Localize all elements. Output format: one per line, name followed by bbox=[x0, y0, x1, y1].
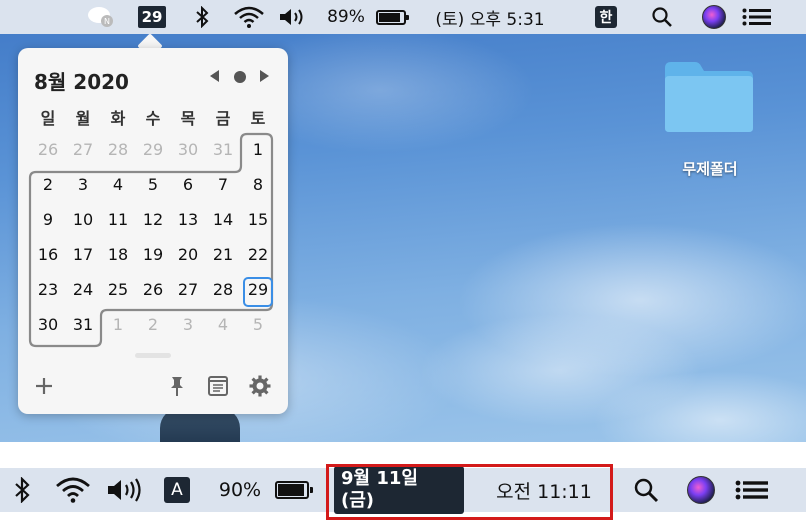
siri-icon[interactable] bbox=[700, 0, 728, 34]
calendar-day[interactable]: 31 bbox=[208, 139, 238, 161]
menubar-clock[interactable]: (토) 오후 5:31 bbox=[410, 0, 570, 34]
calendar-day[interactable]: 28 bbox=[103, 139, 133, 161]
calendar-day[interactable]: 4 bbox=[103, 174, 133, 196]
calendar-day[interactable]: 21 bbox=[208, 244, 238, 266]
calendar-day[interactable]: 16 bbox=[33, 244, 63, 266]
volume-icon[interactable] bbox=[276, 0, 310, 34]
calendar-day[interactable]: 26 bbox=[33, 139, 63, 161]
calendar-day[interactable]: 10 bbox=[68, 209, 98, 231]
volume-icon[interactable] bbox=[104, 468, 146, 512]
notes-icon[interactable] bbox=[206, 374, 230, 398]
calendar-day[interactable]: 24 bbox=[68, 279, 98, 301]
spotlight-search-icon[interactable] bbox=[648, 0, 676, 34]
calendar-day[interactable]: 3 bbox=[173, 314, 203, 336]
spotlight-search-icon[interactable] bbox=[630, 468, 662, 512]
messages-icon[interactable]: N bbox=[86, 0, 116, 34]
resize-handle[interactable] bbox=[135, 353, 171, 358]
calendar-day[interactable]: 27 bbox=[173, 279, 203, 301]
battery-percent[interactable]: 89% bbox=[324, 0, 368, 34]
add-event-icon[interactable] bbox=[32, 374, 56, 398]
input-method-label: 한 bbox=[595, 6, 617, 28]
calendar-day[interactable]: 28 bbox=[208, 279, 238, 301]
calendar-day[interactable]: 2 bbox=[33, 174, 63, 196]
calendar-day[interactable]: 15 bbox=[243, 209, 273, 231]
calendar-day[interactable]: 23 bbox=[33, 279, 63, 301]
bluetooth-icon[interactable] bbox=[188, 0, 216, 34]
calendar-day[interactable]: 22 bbox=[243, 244, 273, 266]
calendar-popup: 8월 2020 일 월 화 수 목 금 토 26 27 28 29 30 31 … bbox=[18, 48, 288, 414]
notification-center-icon[interactable] bbox=[732, 468, 772, 512]
calendar-day[interactable]: 19 bbox=[138, 244, 168, 266]
calendar-day[interactable]: 2 bbox=[138, 314, 168, 336]
calendar-day[interactable]: 30 bbox=[173, 139, 203, 161]
calendar-day[interactable]: 25 bbox=[103, 279, 133, 301]
battery-percent[interactable]: 90% bbox=[214, 468, 266, 512]
calendar-day[interactable]: 17 bbox=[68, 244, 98, 266]
calendar-day[interactable]: 20 bbox=[173, 244, 203, 266]
calendar-day[interactable]: 27 bbox=[68, 139, 98, 161]
calendar-day[interactable]: 3 bbox=[68, 174, 98, 196]
calendar-date-badge[interactable]: 29 bbox=[134, 0, 170, 34]
calendar-day[interactable]: 29 bbox=[138, 139, 168, 161]
calendar-day[interactable]: 14 bbox=[208, 209, 238, 231]
notification-badge-text: N bbox=[104, 17, 110, 26]
calendar-day[interactable]: 18 bbox=[103, 244, 133, 266]
calendar-day[interactable]: 5 bbox=[138, 174, 168, 196]
calendar-day-today[interactable]: 29 bbox=[243, 279, 273, 301]
bluetooth-icon[interactable] bbox=[8, 468, 36, 512]
wifi-icon[interactable] bbox=[230, 0, 268, 34]
notification-center-icon[interactable] bbox=[740, 0, 774, 34]
calendar-day[interactable]: 8 bbox=[243, 174, 273, 196]
calendar-day[interactable]: 12 bbox=[138, 209, 168, 231]
calendar-day[interactable]: 31 bbox=[68, 314, 98, 336]
calendar-day[interactable]: 30 bbox=[33, 314, 63, 336]
calendar-day[interactable]: 9 bbox=[33, 209, 63, 231]
wifi-icon[interactable] bbox=[52, 468, 94, 512]
input-method-indicator[interactable]: A bbox=[162, 468, 192, 512]
calendar-day[interactable]: 26 bbox=[138, 279, 168, 301]
calendar-day[interactable]: 4 bbox=[208, 314, 238, 336]
input-method-indicator[interactable]: 한 bbox=[592, 0, 620, 34]
date-badge-text: 29 bbox=[137, 6, 167, 28]
calendar-day[interactable]: 5 bbox=[243, 314, 273, 336]
settings-gear-icon[interactable] bbox=[248, 374, 272, 398]
battery-icon[interactable] bbox=[270, 468, 314, 512]
calendar-day[interactable]: 7 bbox=[208, 174, 238, 196]
pin-icon[interactable] bbox=[166, 374, 188, 398]
calendar-day[interactable]: 13 bbox=[173, 209, 203, 231]
top-menubar: N 29 89% (토) 오후 5:31 한 bbox=[0, 0, 806, 34]
calendar-day[interactable]: 1 bbox=[243, 139, 273, 161]
highlight-box bbox=[326, 464, 613, 520]
input-method-label: A bbox=[164, 477, 190, 503]
calendar-day[interactable]: 1 bbox=[103, 314, 133, 336]
folder-icon[interactable] bbox=[663, 60, 755, 134]
siri-icon[interactable] bbox=[684, 468, 718, 512]
folder-label[interactable]: 무제폴더 bbox=[650, 158, 770, 179]
calendar-day[interactable]: 11 bbox=[103, 209, 133, 231]
battery-icon[interactable] bbox=[372, 0, 410, 34]
month-outline bbox=[28, 132, 274, 348]
calendar-day[interactable]: 6 bbox=[173, 174, 203, 196]
